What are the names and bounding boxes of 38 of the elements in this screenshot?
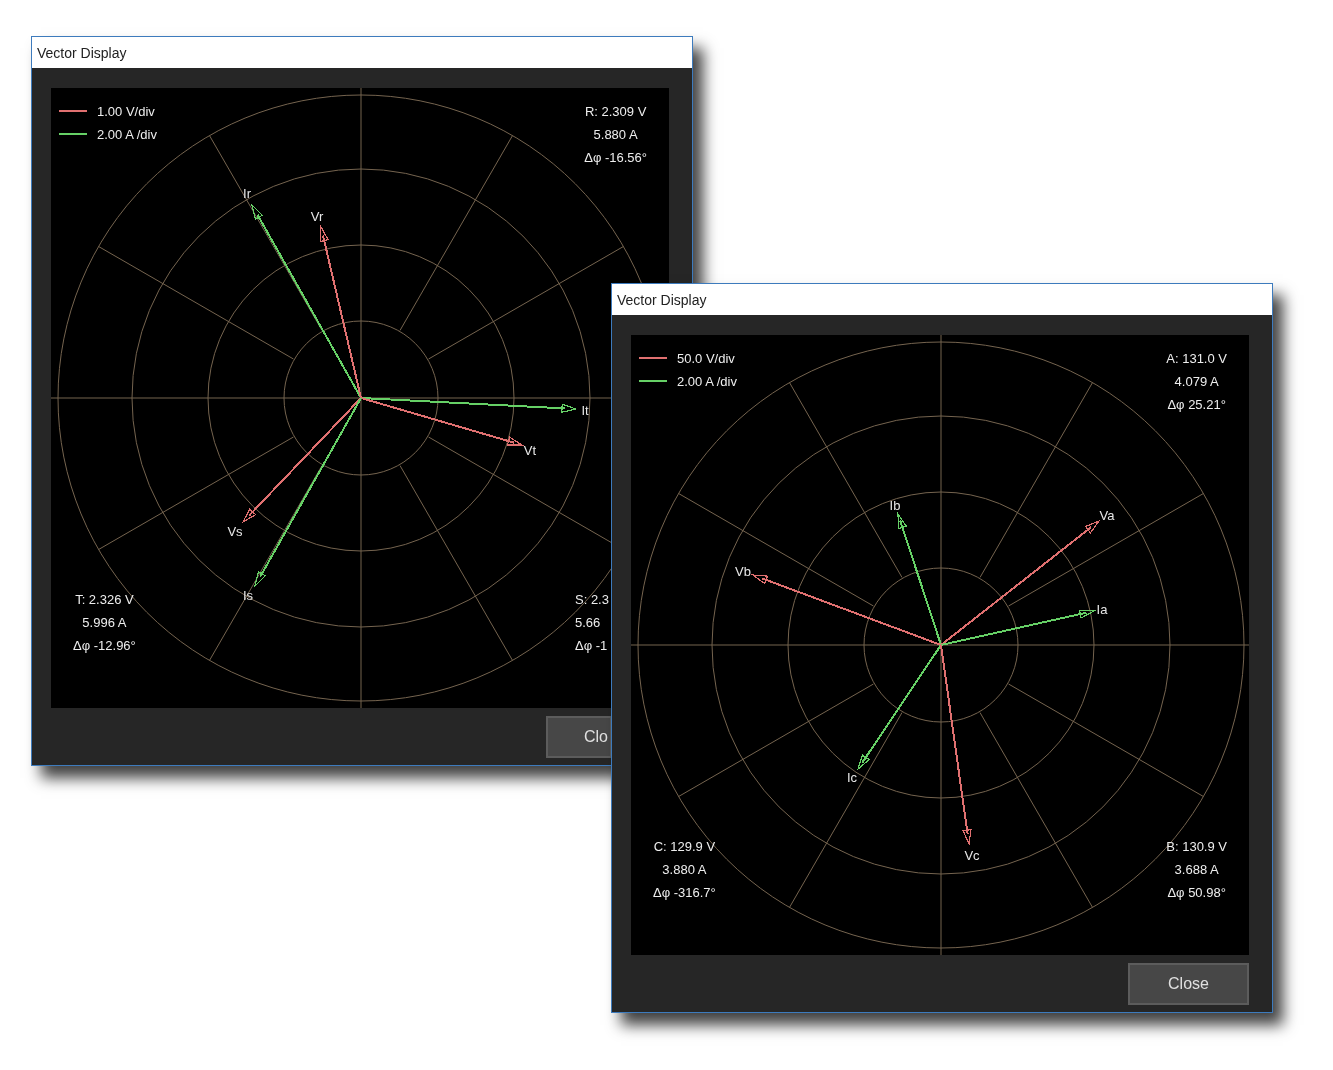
vector-label: Ic [846, 770, 858, 785]
close-button[interactable]: Close [1128, 963, 1249, 1005]
legend-label: 2.00 A /div [97, 126, 157, 142]
close-button[interactable]: Clo [546, 716, 612, 758]
vector-label: Vs [227, 524, 243, 539]
reading-text: 5.996 A [82, 614, 127, 632]
reading-text: 5.66 [575, 614, 601, 632]
vector-label: Vt [523, 443, 537, 458]
reading-text: A: 131.0 V [1166, 350, 1227, 368]
reading-text: Δφ 50.98° [1167, 884, 1226, 902]
vector-label: It [581, 403, 589, 418]
legend-label: 50.0 V/div [677, 350, 735, 366]
vector-label: Ia [1096, 602, 1108, 617]
window-title: Vector Display [617, 291, 707, 308]
reading-text: S: 2.3 [575, 591, 609, 609]
vector-label: Is [242, 588, 254, 603]
window-title: Vector Display [37, 44, 127, 61]
reading-text: 3.688 A [1174, 861, 1219, 879]
vector-label: Vb [735, 564, 751, 579]
reading-text: Δφ -1 [575, 637, 608, 655]
reading-text: 3.880 A [662, 861, 707, 879]
reading-text: T: 2.326 V [75, 591, 134, 609]
reading-text: 5.880 A [593, 126, 638, 144]
reading-text: C: 129.9 V [653, 838, 716, 856]
vector-label: Ir [243, 186, 251, 201]
legend-label: 1.00 V/div [97, 103, 155, 119]
reading-text: 4.079 A [1174, 373, 1219, 391]
reading-text: B: 130.9 V [1166, 838, 1227, 856]
vector-label: Vc [964, 848, 980, 863]
vector-label: Ib [889, 498, 901, 513]
legend-label: 2.00 A /div [677, 373, 737, 389]
vector-label: Va [1099, 508, 1115, 523]
reading-text: Δφ -16.56° [584, 149, 647, 167]
reading-text: R: 2.309 V [584, 103, 647, 121]
reading-text: Δφ -12.96° [73, 637, 136, 655]
vector-label: Vr [310, 209, 324, 224]
reading-text: Δφ -316.7° [653, 884, 716, 902]
reading-text: Δφ 25.21° [1167, 396, 1226, 414]
